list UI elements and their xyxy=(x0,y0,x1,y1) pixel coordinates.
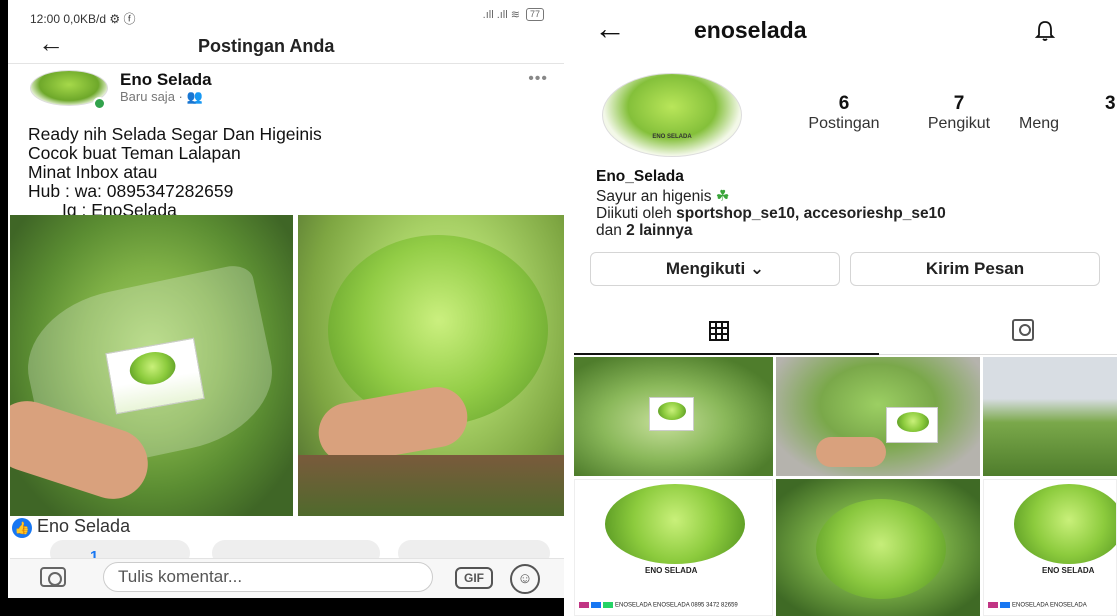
profile-picture-label: ENO SELADA xyxy=(652,134,692,140)
stat-followers[interactable]: 7 Pengikut xyxy=(904,93,1014,133)
tab-posts-grid[interactable] xyxy=(574,305,879,355)
tile-strip-text: ENOSELADA ENOSELADA xyxy=(1012,602,1087,609)
status-bar-time: 12:00 0,0KB/d ⚙ ⓕ xyxy=(30,12,136,26)
send-message-button[interactable]: Kirim Pesan xyxy=(850,252,1100,286)
stat-label: Postingan xyxy=(808,115,880,132)
grid-icon xyxy=(709,321,729,341)
emoji-icon[interactable]: ☺ xyxy=(510,564,540,594)
lettuce-thumbnail xyxy=(127,348,179,389)
whatsapp-icon xyxy=(603,602,613,608)
grid-post-tile[interactable] xyxy=(574,357,773,476)
followed-users: sportshop_se10, accesorieshp_se10 xyxy=(676,205,946,222)
grid-post-tile[interactable]: ENO SELADA ENOSELADA ENOSELADA xyxy=(983,479,1117,616)
online-status-dot xyxy=(93,97,106,110)
post-author-name[interactable]: Eno Selada xyxy=(120,70,212,90)
signal-icon: .ıll .ıll ≋ xyxy=(482,9,520,21)
stat-value: 7 xyxy=(953,93,965,114)
lettuce-image xyxy=(605,484,745,564)
lettuce-image xyxy=(1014,484,1116,564)
facebook-icon xyxy=(1000,602,1010,608)
tab-tagged[interactable] xyxy=(879,305,1117,355)
bell-icon[interactable] xyxy=(1034,20,1056,42)
post-text-line: Hub : wa: 0895347282659 xyxy=(28,181,234,201)
camera-icon[interactable] xyxy=(40,567,66,587)
left-edge-bar xyxy=(0,0,8,616)
bio-display-name: Eno_Selada xyxy=(596,168,684,185)
clover-icon: ☘ xyxy=(715,188,730,205)
grid-post-tile[interactable] xyxy=(776,479,980,616)
stat-value: 3 xyxy=(1105,93,1116,114)
tile-contact-strip: ENOSELADA ENOSELADA xyxy=(988,602,1087,609)
profile-picture[interactable]: ENO SELADA xyxy=(602,73,742,157)
grid-post-tile[interactable] xyxy=(776,357,980,476)
stat-posts[interactable]: 6 Postingan xyxy=(789,93,899,133)
followed-suffix-prefix: dan xyxy=(596,222,627,239)
back-arrow-icon[interactable]: ← xyxy=(38,30,64,56)
status-bar-indicators: .ıll .ıll ≋ 77 xyxy=(483,8,544,21)
lettuce-image xyxy=(816,499,946,599)
tile-brand-label: ENO SELADA xyxy=(645,566,698,575)
like-reaction-icon: 👍 xyxy=(12,518,32,538)
post-header: ← Postingan Anda xyxy=(8,28,564,64)
post-timestamp: Baru saja · 👥 xyxy=(120,89,203,104)
tagged-user-icon xyxy=(1012,319,1034,341)
lettuce-thumbnail xyxy=(897,412,929,432)
stat-label: Meng xyxy=(1019,115,1060,132)
stat-value: 6 xyxy=(838,93,850,114)
stat-following[interactable]: 3 Meng xyxy=(1019,93,1117,133)
grid-post-tile[interactable] xyxy=(983,357,1117,476)
lettuce-thumbnail xyxy=(658,402,686,420)
stat-label: Pengikut xyxy=(927,115,991,132)
back-arrow-icon[interactable]: ← xyxy=(594,12,626,44)
post-text-line: Cocok buat Teman Lalapan xyxy=(28,143,241,163)
product-label-card xyxy=(886,407,938,443)
following-button[interactable]: Mengikuti ⌄ xyxy=(590,252,840,286)
post-text-line: Ready nih Selada Segar Dan Higeinis xyxy=(28,124,322,144)
battery-icon: 77 xyxy=(525,8,544,21)
post-photo-lettuce-harvest[interactable] xyxy=(298,215,564,516)
product-label-card xyxy=(649,397,694,431)
tile-brand-label: ENO SELADA xyxy=(1042,566,1095,575)
post-text: Ready nih Selada Segar Dan Higeinis Coco… xyxy=(28,125,322,220)
grid-post-tile[interactable]: ENO SELADA ENOSELADA ENOSELADA 0895 3472… xyxy=(574,479,773,616)
bio-text-content: Sayur an higenis xyxy=(596,188,712,205)
facebook-post-screen: 12:00 0,0KB/d ⚙ ⓕ .ıll .ıll ≋ 77 ← Posti… xyxy=(0,0,564,616)
tile-contact-strip: ENOSELADA ENOSELADA 0895 3472 82659 xyxy=(579,602,738,609)
profile-username: enoselada xyxy=(694,17,807,43)
liker-name[interactable]: Eno Selada xyxy=(37,516,130,537)
gif-button[interactable]: GIF xyxy=(455,567,493,589)
post-photo-bagged-lettuce[interactable] xyxy=(10,215,293,516)
instagram-icon xyxy=(988,602,998,608)
facebook-icon xyxy=(591,602,601,608)
instagram-icon xyxy=(579,602,589,608)
followed-by-text[interactable]: Diikuti oleh sportshop_se10, accesoriesh… xyxy=(596,205,946,223)
followed-prefix: Diikuti oleh xyxy=(596,205,677,222)
bio-text: Sayur an higenis ☘ xyxy=(596,187,730,206)
followed-others: 2 lainnya xyxy=(626,222,693,239)
android-nav-bar xyxy=(0,598,564,616)
page-title: Postingan Anda xyxy=(198,36,335,56)
more-options-icon[interactable]: ••• xyxy=(528,70,548,88)
soil-ground xyxy=(298,455,564,516)
hand-shape xyxy=(816,437,886,467)
followed-others-text[interactable]: dan 2 lainnya xyxy=(596,222,693,240)
tile-strip-text: ENOSELADA ENOSELADA 0895 3472 82659 xyxy=(615,602,738,609)
comment-placeholder: Tulis komentar... xyxy=(118,567,243,586)
post-text-line: Minat Inbox atau xyxy=(28,162,158,182)
instagram-profile-screen: ← enoselada ENO SELADA 6 Postingan 7 Pen… xyxy=(574,0,1117,616)
